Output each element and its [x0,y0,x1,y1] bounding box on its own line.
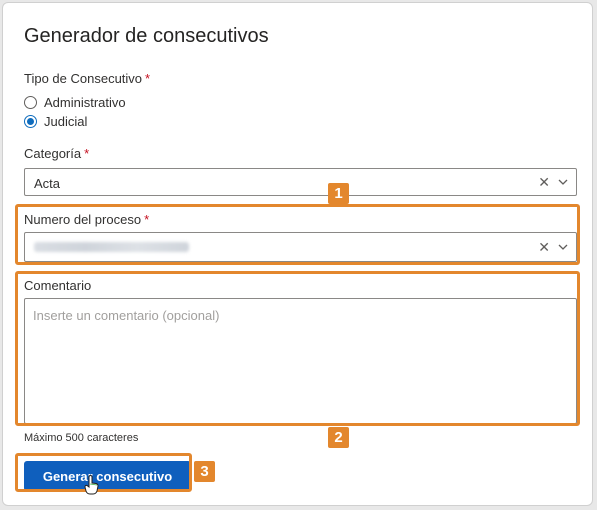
required-mark: * [84,146,90,161]
radio-administrativo[interactable]: Administrativo [24,95,126,110]
categoria-label-text: Categoría [24,146,82,161]
categoria-label: Categoría * [24,146,89,161]
tipo-consecutivo-label-text: Tipo de Consecutivo [24,71,143,86]
callout-badge-1: 1 [328,183,349,204]
callout-box-1 [15,204,580,265]
chevron-down-icon[interactable] [558,178,568,186]
char-limit-hint: Máximo 500 caracteres [24,432,139,444]
clear-icon[interactable]: ✕ [538,174,550,191]
radio-administrativo-label: Administrativo [44,95,126,110]
radio-button-icon[interactable] [24,96,37,109]
radio-button-checked-icon[interactable] [24,115,37,128]
callout-badge-2: 2 [328,427,349,448]
page-title: Generador de consecutivos [24,25,269,47]
tipo-consecutivo-label: Tipo de Consecutivo * [24,71,150,86]
required-mark: * [145,71,151,86]
radio-judicial-label: Judicial [44,114,88,129]
callout-badge-3: 3 [194,461,215,482]
categoria-select[interactable]: Acta ✕ [24,168,577,196]
categoria-selected-value: Acta [34,176,61,191]
hand-cursor-icon [84,475,99,495]
callout-box-3 [15,453,192,492]
radio-judicial[interactable]: Judicial [24,114,87,129]
callout-box-2 [15,271,580,426]
